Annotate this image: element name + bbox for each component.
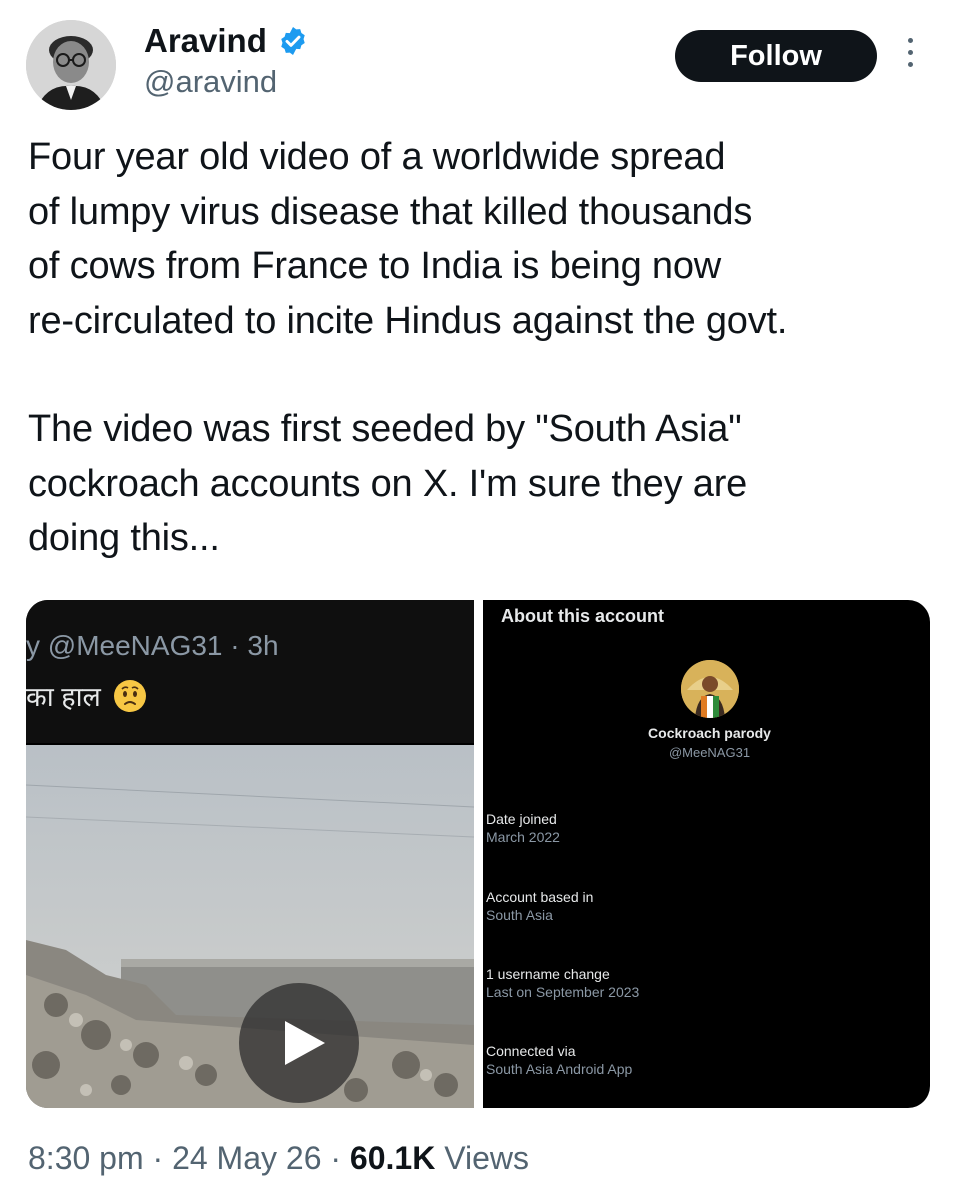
info-label: Date joined [486,811,557,827]
tweet-line: of lumpy virus disease that killed thous… [28,190,753,233]
tweet-text: Four year old video of a worldwide sprea… [28,130,928,566]
info-value: March 2022 [486,829,560,845]
tweet-line: of cows from France to India is being no… [28,245,722,287]
meta-separator: · [143,1140,173,1176]
info-date-joined: Date joined March 2022 [486,810,560,846]
info-label: Account based in [486,889,594,905]
tweet-header: Aravind @aravind Follow [0,0,956,120]
views-label: Views [435,1140,529,1176]
play-icon[interactable] [239,983,359,1103]
author-avatar[interactable] [26,20,116,110]
embedded-text: का हाल [26,677,147,714]
tweet-media: y @MeeNAG31 · 3h का हाल About this accou… [26,600,930,1108]
follow-button[interactable]: Follow [675,30,877,82]
account-avatar [681,660,739,718]
info-value: Last on September 2023 [486,984,640,1000]
account-handle: @MeeNAG31 [668,745,751,760]
embedded-tweet-header: y @MeeNAG31 · 3h का हाल [26,600,474,743]
author-display-name[interactable]: Aravind [144,22,267,60]
info-value: South Asia [486,907,553,923]
tweet-line: Four year old video of a worldwide sprea… [28,136,726,178]
tweet-time[interactable]: 8:30 pm [28,1140,144,1176]
views-count[interactable]: 60.1K [350,1140,435,1176]
info-connected-via: Connected via South Asia Android App [486,1042,632,1078]
tweet-line: re-circulated to incite Hindus against t… [28,299,788,342]
info-value: South Asia Android App [486,1061,633,1077]
embedded-hindi-text: का हाल [26,682,101,712]
tweet-date[interactable]: 24 May 26 [172,1140,321,1176]
about-account-title: About this account [501,606,664,626]
meta-separator: · [321,1140,350,1176]
author-name-row: Aravind [144,22,309,60]
info-account-based-in: Account based in South Asia [486,888,593,924]
info-label: 1 username change [486,966,610,982]
tweet-meta: 8:30 pm · 24 May 26 · 60.1K Views [28,1140,529,1177]
account-display-name: Cockroach parody [648,725,771,741]
about-account-panel: About this account Cockroach parody @Mee… [483,600,930,1108]
worried-face-emoji [113,679,147,713]
tweet-line: The video was first seeded by "South Asi… [28,408,742,450]
embedded-handle: y @MeeNAG31 · 3h [26,630,279,661]
verified-badge-icon [277,25,309,57]
more-options-icon[interactable] [898,38,922,76]
info-username-change: 1 username change Last on September 2023 [486,965,639,1001]
tweet-line: doing this... [28,517,220,559]
author-handle[interactable]: @aravind [144,64,277,100]
tweet-line: cockroach accounts on X. I'm sure they a… [28,462,748,505]
info-label: Connected via [486,1043,576,1059]
